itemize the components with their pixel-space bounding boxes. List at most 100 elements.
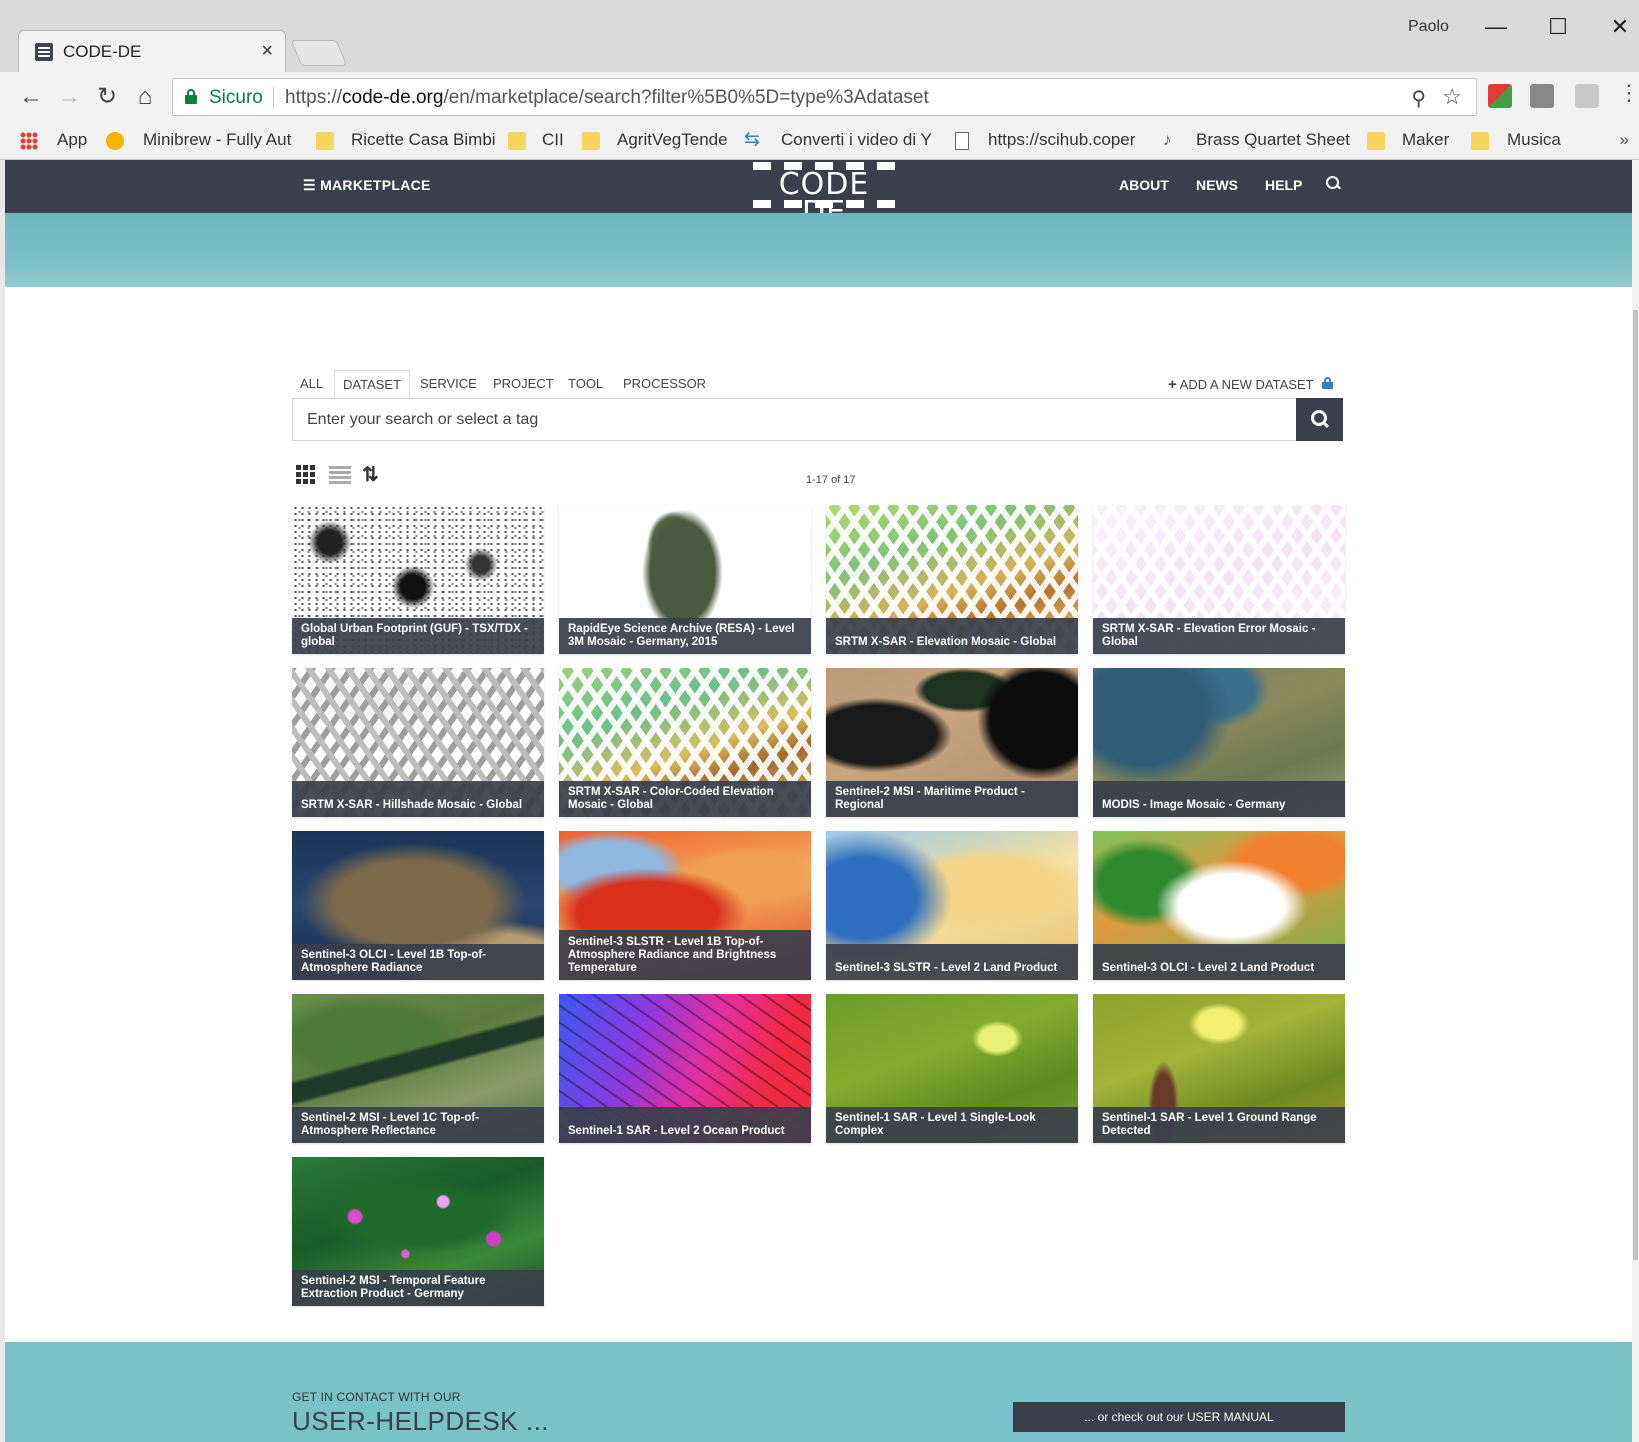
add-dataset-link[interactable]: + ADD A NEW DATASET xyxy=(1168,376,1314,393)
bookmark-item[interactable]: App xyxy=(57,130,87,150)
dataset-title: Sentinel-3 OLCI - Level 1B Top-of-Atmosp… xyxy=(292,944,544,980)
marketplace-link[interactable]: ☰ MARKETPLACE xyxy=(303,177,431,194)
dataset-card[interactable]: RapidEye Science Archive (RESA) - Level … xyxy=(559,505,811,654)
tab-title: CODE-DE xyxy=(63,42,142,61)
dataset-title-text: Sentinel-2 MSI - Maritime Product - Regi… xyxy=(835,786,1025,811)
nav-news[interactable]: NEWS xyxy=(1196,177,1238,193)
tab-dataset[interactable]: DATASET xyxy=(334,370,411,398)
footer: GET IN CONTACT WITH OUR USER-HELPDESK ..… xyxy=(5,1342,1632,1442)
bookmark-item[interactable]: Minibrew - Fully Aut xyxy=(143,130,291,150)
dataset-title-text: SRTM X-SAR - Hillshade Mosaic - Global xyxy=(301,799,523,811)
search-button[interactable] xyxy=(1296,398,1343,441)
dataset-title: SRTM X-SAR - Elevation Error Mosaic - Gl… xyxy=(1093,618,1345,654)
dataset-card[interactable]: Sentinel-2 MSI - Temporal Feature Extrac… xyxy=(292,1157,544,1306)
extension-icon[interactable] xyxy=(1530,84,1554,108)
header-search-icon[interactable] xyxy=(1325,175,1341,191)
back-arrow-icon[interactable]: ← xyxy=(14,80,48,114)
dataset-card[interactable]: SRTM X-SAR - Elevation Mosaic - Global xyxy=(826,505,1078,654)
dataset-title: Sentinel-1 SAR - Level 1 Single-Look Com… xyxy=(826,1107,1078,1143)
browser-toolbar: ← → ↻ ⌂ Sicuro https://code-de.org/en/ma… xyxy=(0,72,1639,122)
logo-blocks-bottom xyxy=(753,200,895,208)
dataset-card[interactable]: Sentinel-1 SAR - Level 1 Single-Look Com… xyxy=(826,994,1078,1143)
helpdesk-link[interactable]: USER-HELPDESK ... xyxy=(292,1406,549,1437)
dataset-card[interactable]: Sentinel-2 MSI - Maritime Product - Regi… xyxy=(826,668,1078,817)
extension-icon[interactable] xyxy=(1575,84,1599,108)
url-path: /en/marketplace/search?filter%5B0%5D=typ… xyxy=(443,87,929,108)
apps-icon[interactable] xyxy=(20,132,38,150)
minimize-icon[interactable]: — xyxy=(1474,10,1518,44)
bookmark-item[interactable]: Musica xyxy=(1507,130,1561,150)
nav-help[interactable]: HELP xyxy=(1265,177,1302,193)
dataset-card[interactable]: Global Urban Footprint (GUF) - TSX/TDX -… xyxy=(292,505,544,654)
bookmark-item[interactable]: Maker xyxy=(1402,130,1449,150)
dataset-title-text: SRTM X-SAR - Elevation Mosaic - Global xyxy=(835,636,1057,648)
dataset-title: SRTM X-SAR - Elevation Mosaic - Global xyxy=(826,618,1078,654)
nav-about[interactable]: ABOUT xyxy=(1119,177,1169,193)
browser-menu-icon[interactable]: ⋮ xyxy=(1618,80,1639,106)
folder-icon xyxy=(508,132,526,150)
dataset-title: Sentinel-2 MSI - Temporal Feature Extrac… xyxy=(292,1270,544,1306)
browser-titlebar: CODE-DE × Paolo — ☐ ✕ xyxy=(0,0,1639,72)
dataset-card[interactable]: Sentinel-3 OLCI - Level 1B Top-of-Atmosp… xyxy=(292,831,544,980)
tab-close-icon[interactable]: × xyxy=(261,40,273,63)
profile-name[interactable]: Paolo xyxy=(1408,18,1449,36)
dataset-card[interactable]: Sentinel-1 SAR - Level 1 Ground Range De… xyxy=(1093,994,1345,1143)
maximize-icon[interactable]: ☐ xyxy=(1536,10,1580,44)
bookmark-item[interactable]: CII xyxy=(542,130,564,150)
bookmark-item[interactable]: Ricette Casa Bimbi xyxy=(351,130,496,150)
sort-icon[interactable]: ⇅ xyxy=(362,462,379,487)
url-scheme: https:// xyxy=(285,87,343,108)
dataset-title-text: Sentinel-3 SLSTR - Level 2 Land Product xyxy=(835,962,1058,974)
forward-arrow-icon[interactable]: → xyxy=(52,80,86,114)
scrollbar-thumb[interactable] xyxy=(1633,310,1638,1260)
search-bar xyxy=(292,398,1343,441)
secure-label: Sicuro xyxy=(209,87,263,108)
code-de-logo[interactable]: CODE DE xyxy=(753,160,895,228)
convert-icon: ⇆ xyxy=(744,129,760,150)
lock-icon xyxy=(1322,377,1333,389)
home-icon[interactable]: ⌂ xyxy=(128,80,162,114)
bookmark-item[interactable]: https://scihub.coper xyxy=(988,130,1135,150)
bookmarks-overflow-icon[interactable]: » xyxy=(1620,130,1629,150)
dataset-card[interactable]: SRTM X-SAR - Color-Coded Elevation Mosai… xyxy=(559,668,811,817)
url-text[interactable]: https://code-de.org/en/marketplace/searc… xyxy=(285,87,929,109)
dataset-card[interactable]: Sentinel-3 SLSTR - Level 2 Land Product xyxy=(826,831,1078,980)
list-view-icon[interactable] xyxy=(329,466,351,484)
dataset-title-text: Sentinel-2 MSI - Temporal Feature Extrac… xyxy=(301,1275,486,1300)
footer-contact-label: GET IN CONTACT WITH OUR xyxy=(292,1390,461,1404)
bookmark-item[interactable]: AgritVegTende xyxy=(617,130,728,150)
dataset-card[interactable]: Sentinel-2 MSI - Level 1C Top-of-Atmosph… xyxy=(292,994,544,1143)
dataset-card[interactable]: SRTM X-SAR - Elevation Error Mosaic - Gl… xyxy=(1093,505,1345,654)
vertical-scrollbar[interactable] xyxy=(1632,160,1639,1442)
tab-all[interactable]: ALL xyxy=(292,370,331,398)
folder-icon xyxy=(316,132,334,150)
browser-tab[interactable]: CODE-DE × xyxy=(18,30,286,72)
tab-project[interactable]: PROJECT xyxy=(485,370,562,398)
dataset-card[interactable]: Sentinel-3 SLSTR - Level 1B Top-of-Atmos… xyxy=(559,831,811,980)
tab-tool[interactable]: TOOL xyxy=(560,370,611,398)
dataset-card[interactable]: Sentinel-3 OLCI - Level 2 Land Product xyxy=(1093,831,1345,980)
extension-icon[interactable] xyxy=(1488,84,1512,108)
dataset-card[interactable]: SRTM X-SAR - Hillshade Mosaic - Global xyxy=(292,668,544,817)
tab-processor[interactable]: PROCESSOR xyxy=(615,370,714,398)
bookmark-item[interactable]: Converti i video di Y xyxy=(781,130,932,150)
grid-view-icon[interactable] xyxy=(296,465,316,485)
window-close-icon[interactable]: ✕ xyxy=(1598,10,1639,44)
search-input[interactable] xyxy=(293,399,1296,440)
page-icon xyxy=(955,132,969,150)
dataset-grid: Global Urban Footprint (GUF) - TSX/TDX -… xyxy=(292,505,1345,1306)
bookmark-item[interactable]: Brass Quartet Sheet xyxy=(1196,130,1350,150)
dataset-title: Global Urban Footprint (GUF) - TSX/TDX -… xyxy=(292,618,544,654)
dataset-card[interactable]: Sentinel-1 SAR - Level 2 Ocean Product xyxy=(559,994,811,1143)
new-tab-button[interactable] xyxy=(290,40,348,66)
zoom-icon[interactable]: ⚲ xyxy=(1411,86,1426,111)
reload-icon[interactable]: ↻ xyxy=(90,80,124,114)
user-manual-button[interactable]: ... or check out our USER MANUAL xyxy=(1013,1402,1345,1432)
address-bar[interactable]: Sicuro https://code-de.org/en/marketplac… xyxy=(172,78,1477,116)
tab-service[interactable]: SERVICE xyxy=(412,370,485,398)
dataset-card[interactable]: MODIS - Image Mosaic - Germany xyxy=(1093,668,1345,817)
bookmark-star-icon[interactable]: ☆ xyxy=(1442,84,1462,110)
dataset-title: MODIS - Image Mosaic - Germany xyxy=(1093,781,1345,817)
dataset-title-text: MODIS - Image Mosaic - Germany xyxy=(1102,799,1286,811)
plus-icon: + xyxy=(1168,376,1177,393)
